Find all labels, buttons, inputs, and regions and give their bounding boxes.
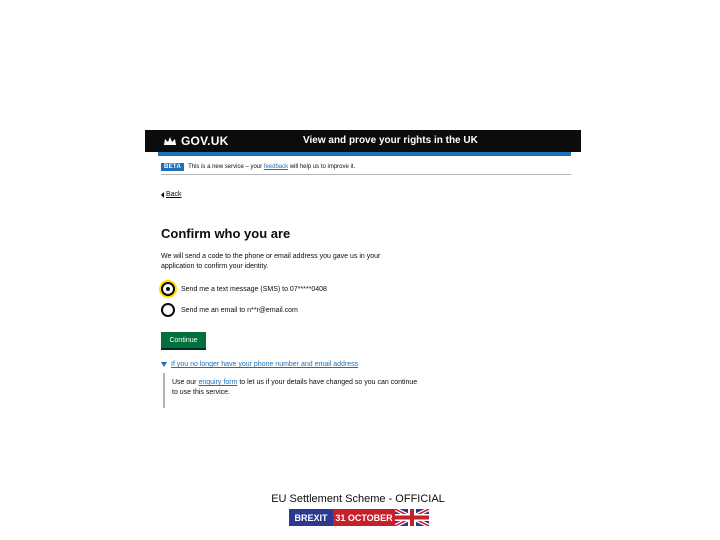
radio-button-sms[interactable]: [161, 282, 175, 296]
beta-tag: BETA: [161, 163, 185, 171]
enquiry-form-link[interactable]: enquiry form: [198, 379, 237, 386]
service-name[interactable]: View and prove your rights in the UK: [303, 135, 478, 146]
govuk-header: GOV.UK View and prove your rights in the…: [145, 130, 581, 152]
phase-text-before: This is a new service – your: [188, 164, 263, 170]
details-body-before: Use our: [172, 379, 197, 386]
govuk-logo[interactable]: GOV.UK: [181, 134, 228, 148]
details-summary[interactable]: If you no longer have your phone number …: [161, 361, 358, 368]
header-underline: [158, 152, 571, 156]
back-link[interactable]: Back: [161, 191, 182, 198]
slide-footer-label: EU Settlement Scheme - OFFICIAL: [271, 493, 445, 505]
phase-banner: BETA This is a new service – your feedba…: [161, 160, 571, 175]
page-title: Confirm who you are: [161, 226, 291, 241]
continue-button[interactable]: Continue: [161, 332, 206, 348]
details-summary-text[interactable]: If you no longer have your phone number …: [171, 361, 358, 368]
crown-icon: [164, 137, 176, 145]
radio-button-email[interactable]: [161, 303, 175, 317]
radio-label-sms[interactable]: Send me a text message (SMS) to 07*****0…: [181, 286, 327, 293]
radio-option-sms[interactable]: Send me a text message (SMS) to 07*****0…: [161, 282, 327, 296]
screenshot-panel: GOV.UK View and prove your rights in the…: [145, 130, 581, 415]
radio-option-email[interactable]: Send me an email to n**r@email.com: [161, 303, 298, 317]
back-link-label: Back: [166, 191, 182, 198]
phase-text-after: will help us to improve it.: [289, 164, 356, 170]
feedback-link[interactable]: feedback: [264, 164, 288, 170]
triangle-down-icon: [161, 362, 167, 367]
back-arrow-icon: [161, 191, 164, 198]
brexit-word: BREXIT: [289, 509, 333, 526]
brexit-date: 31 OCTOBER: [333, 509, 395, 526]
details-body: Use our enquiry form to let us if your d…: [163, 373, 423, 408]
intro-text: We will send a code to the phone or emai…: [161, 253, 381, 270]
brexit-banner: BREXIT 31 OCTOBER: [289, 509, 429, 526]
union-flag-icon: [395, 509, 429, 526]
phase-banner-text: This is a new service – your feedback wi…: [188, 164, 355, 170]
radio-label-email[interactable]: Send me an email to n**r@email.com: [181, 307, 298, 314]
